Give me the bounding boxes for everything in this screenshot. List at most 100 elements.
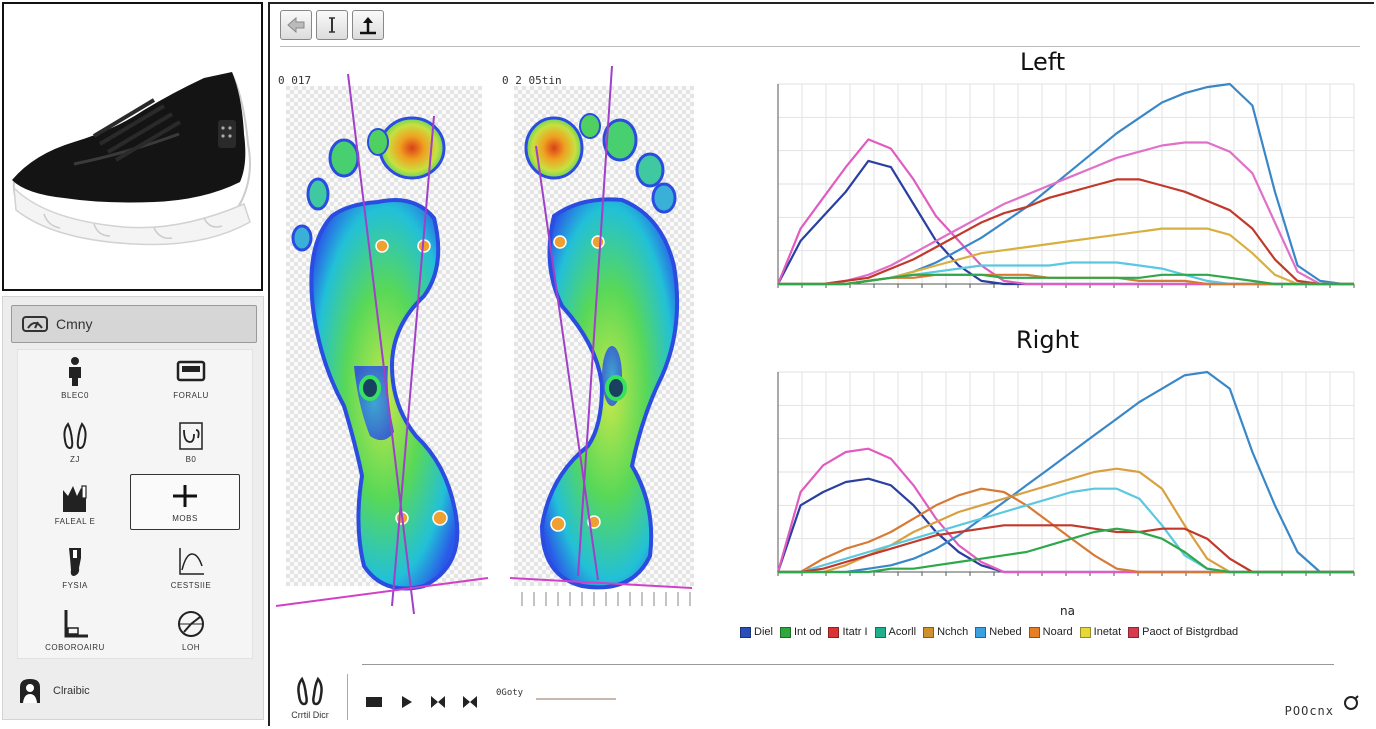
tool-panel: Cmny BLEC0 FORALU ZJ B0 FALEAL E MOBS FY… [2, 296, 264, 720]
playback-separator [347, 674, 348, 720]
legend-swatch [1128, 626, 1140, 638]
settings-icon[interactable] [1342, 694, 1360, 712]
legend-label: Nchch [937, 626, 969, 638]
panel-footer-button[interactable]: Clraibic [17, 677, 90, 705]
panel-footer-label: Clraibic [53, 685, 90, 697]
pressure-bars-icon [63, 485, 87, 512]
tool-fysia[interactable]: FYSIA [20, 542, 130, 602]
play-icon [402, 696, 412, 708]
tool-mobs[interactable]: MOBS [130, 474, 240, 530]
left-pressure-chart [776, 82, 1355, 288]
playback-divider [362, 664, 1334, 665]
playback-scrubber[interactable] [536, 698, 616, 700]
panel-header[interactable]: Cmny [11, 305, 257, 343]
back-arrow-icon [287, 16, 305, 34]
figure-icon [69, 357, 81, 386]
tool-label: MOBS [172, 514, 198, 523]
feet-icon [297, 676, 323, 706]
bowtie-icon [463, 696, 477, 708]
tool-label: B0 [185, 455, 197, 464]
leg-icon [69, 548, 81, 576]
left-chart-title: Left [1020, 48, 1066, 76]
legend-swatch [975, 626, 987, 638]
tool-label: ZJ [70, 455, 80, 464]
legend-item: Nebed [975, 626, 1022, 638]
legend-swatch [874, 626, 886, 638]
right-foot-pressure-map [509, 66, 694, 606]
right-chart-title: Right [1016, 326, 1080, 354]
legend-swatch [923, 626, 935, 638]
legend-label: Noard [1042, 626, 1073, 638]
legend-item: Paoct of Bistgrdbad [1128, 626, 1238, 638]
legend-swatch [779, 626, 791, 638]
legend-item: Diel [740, 626, 773, 638]
legend-label: Nebed [989, 626, 1022, 638]
tool-label: LOH [182, 643, 200, 652]
tool-label: COBOROAIRU [45, 643, 105, 652]
back-button[interactable] [280, 10, 312, 40]
sneaker-image [12, 72, 251, 246]
playback-time: 0Goty [496, 688, 524, 698]
stop-button[interactable] [364, 692, 384, 712]
legend-item: Noard [1028, 626, 1073, 638]
x-axis-unit: na [1060, 604, 1075, 618]
curve-icon [179, 548, 204, 575]
play-button[interactable] [396, 692, 416, 712]
tool-label: FORALU [173, 391, 209, 400]
tool-label: FALEAL E [54, 517, 96, 526]
foot-outline-icon [179, 422, 203, 450]
legend-item: Itatr I [828, 626, 868, 638]
tool-b0[interactable]: B0 [136, 416, 246, 476]
pressure-analysis-app: Cmny BLEC0 FORALU ZJ B0 FALEAL E MOBS FY… [0, 0, 1376, 729]
tool-loh[interactable]: LOH [136, 604, 246, 664]
playback-status: POOcnx [1284, 704, 1334, 718]
tool-label: BLEC0 [61, 391, 89, 400]
legend-swatch [740, 626, 751, 638]
toolbar-divider [280, 46, 1360, 47]
tool-faleal[interactable]: FALEAL E [20, 478, 130, 538]
legend-label: Paoct of Bistgrdbad [1142, 626, 1239, 638]
step-back-button[interactable] [428, 692, 448, 712]
playback-bar: Crrtil Dicr 0Goty POOcnx [270, 664, 1374, 728]
legend-label: Acorll [888, 626, 917, 638]
product-image [2, 2, 263, 291]
tool-label: CESTSIIE [170, 581, 212, 590]
upload-icon [360, 17, 376, 35]
tool-zj[interactable]: ZJ [20, 416, 130, 476]
legend-swatch [1079, 626, 1091, 638]
step-forward-button[interactable] [460, 692, 480, 712]
legend-label: Itatr I [842, 626, 868, 638]
legend-swatch [828, 626, 840, 638]
toolbar [280, 10, 384, 40]
tool-coboroairu[interactable]: COBOROAIRU [20, 604, 130, 664]
scale-icon [22, 316, 48, 332]
info-icon [329, 17, 335, 33]
bowtie-icon [431, 696, 445, 708]
left-foot-pressure-map [275, 73, 489, 615]
feet-view-label: Crrtil Dicr [291, 710, 329, 720]
tool-blec0[interactable]: BLEC0 [20, 352, 130, 412]
upload-button[interactable] [352, 10, 384, 40]
legend-swatch [1028, 626, 1040, 638]
tool-foralu[interactable]: FORALU [136, 352, 246, 412]
tool-grid: BLEC0 FORALU ZJ B0 FALEAL E MOBS FYSIA C… [17, 349, 253, 659]
tool-cestsiie[interactable]: CESTSIIE [136, 542, 246, 602]
platform-icon [176, 360, 206, 382]
tool-label: FYSIA [62, 581, 88, 590]
legend-label: Inetat [1093, 626, 1122, 638]
feet-view-button[interactable]: Crrtil Dicr [280, 676, 340, 720]
legend-label: Diel [754, 626, 773, 638]
legend-item: Nchch [923, 626, 968, 638]
stop-icon [366, 697, 382, 707]
legend-item: Int od [779, 626, 822, 638]
legend-label: Int od [793, 626, 822, 638]
main-area: 0 017 0 2 05tin Left Right na Diel Int o… [268, 2, 1374, 726]
legend-item: Acorll [874, 626, 917, 638]
info-button[interactable] [316, 10, 348, 40]
person-badge-icon [20, 679, 40, 703]
chart-legend: Diel Int od Itatr I Acorll Nchch Nebed Noard In… [740, 626, 1238, 638]
gauge-icon [178, 611, 204, 637]
right-pressure-chart [776, 370, 1355, 576]
panel-header-label: Cmny [56, 316, 93, 332]
corner-icon [64, 610, 88, 638]
